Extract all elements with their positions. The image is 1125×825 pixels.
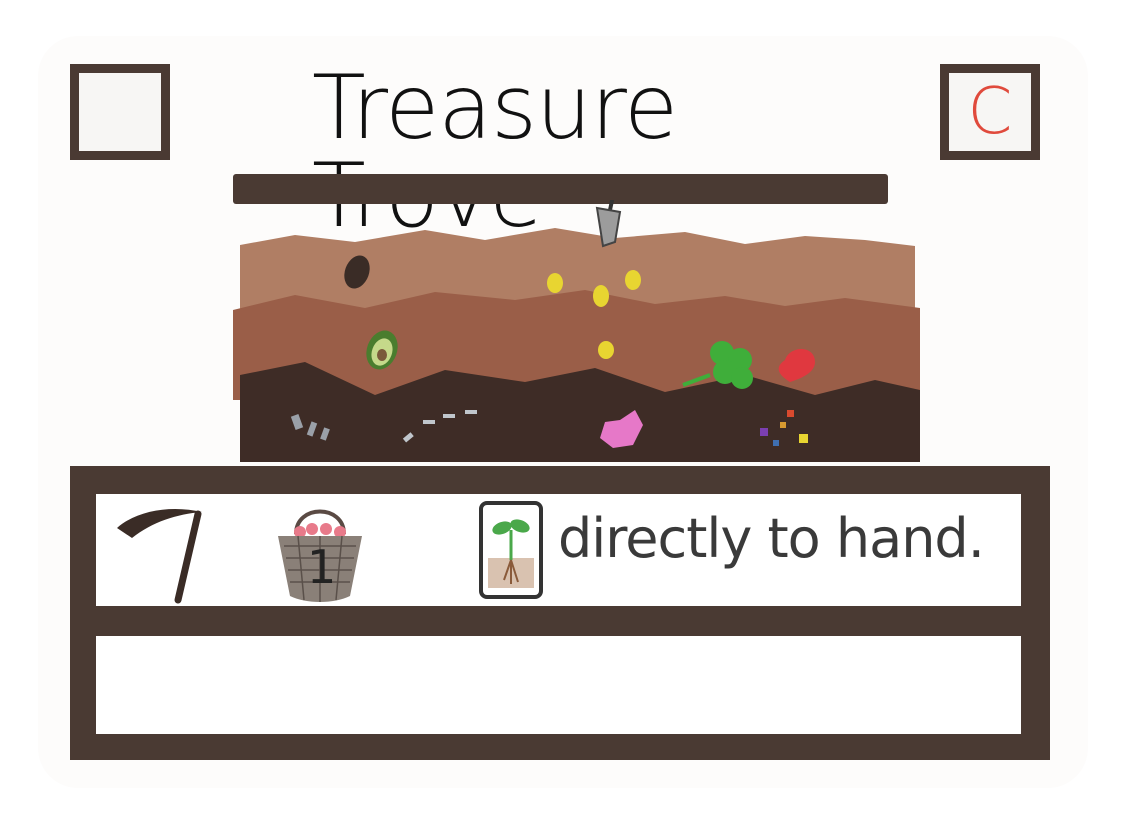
coin-icon bbox=[593, 285, 609, 307]
coin-icon bbox=[625, 270, 641, 290]
soil-illustration bbox=[233, 200, 920, 462]
coin-icon bbox=[598, 341, 614, 359]
coin-icon bbox=[547, 273, 563, 293]
cost-box[interactable]: C bbox=[940, 64, 1040, 160]
basket-count: 1 bbox=[307, 540, 337, 594]
scythe-icon bbox=[117, 508, 202, 604]
effect-text: directly to hand. bbox=[558, 507, 985, 570]
card-slot-box[interactable] bbox=[70, 64, 170, 160]
cost-letter: C bbox=[967, 75, 1013, 149]
basket-icon: 1 bbox=[274, 500, 366, 604]
seedling-card-icon bbox=[479, 501, 543, 599]
secondary-panel bbox=[96, 636, 1021, 734]
